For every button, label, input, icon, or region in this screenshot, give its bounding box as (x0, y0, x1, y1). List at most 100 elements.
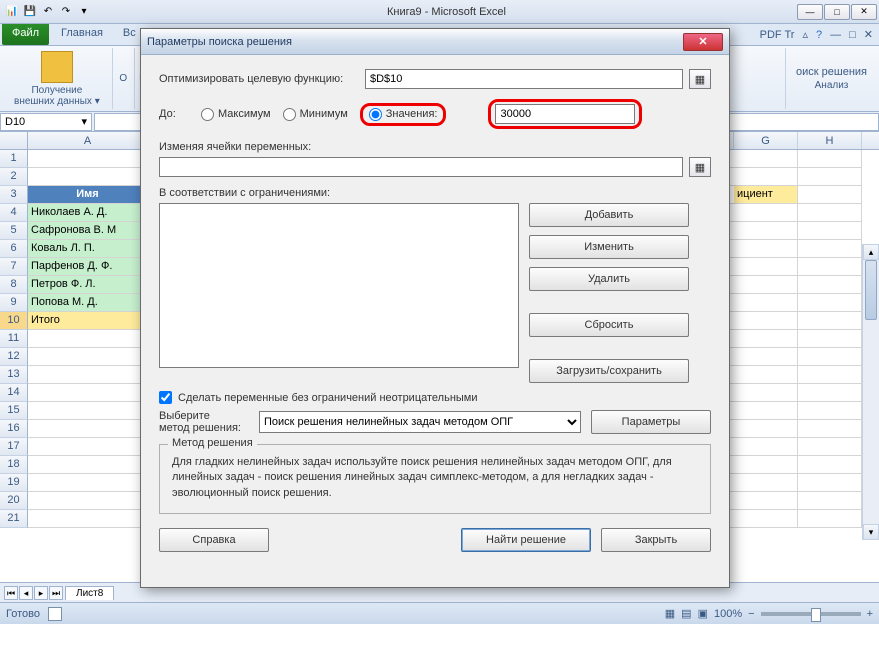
row-header[interactable]: 1 (0, 150, 28, 168)
row-header[interactable]: 18 (0, 456, 28, 474)
col-header-H[interactable]: H (798, 132, 862, 149)
row-header[interactable]: 10 (0, 312, 28, 330)
cell[interactable] (798, 186, 862, 204)
cell[interactable] (734, 492, 798, 510)
cell[interactable] (798, 456, 862, 474)
cell[interactable] (798, 474, 862, 492)
cell[interactable] (28, 474, 148, 492)
cell[interactable] (28, 492, 148, 510)
cell[interactable] (734, 294, 798, 312)
cell[interactable] (798, 204, 862, 222)
sheet-nav-first-icon[interactable]: ⏮ (4, 586, 18, 600)
change-constraint-button[interactable]: Изменить (529, 235, 689, 259)
scroll-down-icon[interactable]: ▾ (863, 524, 879, 540)
row-header[interactable]: 4 (0, 204, 28, 222)
cell[interactable] (734, 348, 798, 366)
cell[interactable] (734, 312, 798, 330)
cell[interactable] (28, 384, 148, 402)
cell[interactable] (734, 456, 798, 474)
changing-ref-button[interactable]: ▦ (689, 157, 711, 177)
cell[interactable] (28, 456, 148, 474)
help-button[interactable]: Справка (159, 528, 269, 552)
view-layout-icon[interactable]: ▤ (681, 607, 691, 620)
row-header[interactable]: 8 (0, 276, 28, 294)
cell[interactable] (734, 258, 798, 276)
sheet-nav-next-icon[interactable]: ▸ (34, 586, 48, 600)
cell[interactable] (798, 240, 862, 258)
name-box[interactable]: D10 ▾ (0, 113, 92, 131)
row-header[interactable]: 17 (0, 438, 28, 456)
macro-record-icon[interactable] (48, 607, 62, 621)
cell[interactable] (798, 366, 862, 384)
scroll-up-icon[interactable]: ▴ (863, 244, 879, 260)
row-header[interactable]: 14 (0, 384, 28, 402)
view-pagebreak-icon[interactable]: ▣ (698, 607, 708, 620)
cell[interactable]: Имя (28, 186, 148, 204)
cell[interactable] (28, 510, 148, 528)
tab-file[interactable]: Файл (2, 24, 49, 45)
cell[interactable] (734, 168, 798, 186)
ribbon-win-max-icon[interactable]: □ (849, 29, 856, 41)
view-normal-icon[interactable]: ▦ (665, 607, 675, 620)
cell[interactable] (798, 222, 862, 240)
redo-icon[interactable]: ↷ (58, 4, 74, 20)
select-all-corner[interactable] (0, 132, 28, 149)
minimize-button[interactable]: — (797, 4, 823, 20)
zoom-level[interactable]: 100% (714, 608, 742, 620)
sheet-nav-last-icon[interactable]: ⏭ (49, 586, 63, 600)
namebox-dropdown-icon[interactable]: ▾ (81, 115, 87, 128)
sheet-nav-prev-icon[interactable]: ◂ (19, 586, 33, 600)
ribbon-right-text[interactable]: PDF Tr (760, 29, 795, 41)
constraints-list[interactable] (159, 203, 519, 368)
changing-input[interactable] (159, 157, 683, 177)
cell[interactable] (798, 150, 862, 168)
ribbon-win-min-icon[interactable]: — (830, 29, 841, 41)
cell[interactable] (734, 150, 798, 168)
cell[interactable] (734, 474, 798, 492)
cell[interactable] (798, 510, 862, 528)
solver-link[interactable]: оиск решения (796, 66, 867, 78)
cell[interactable] (798, 348, 862, 366)
dialog-close-button[interactable]: ✕ (683, 33, 723, 51)
row-header[interactable]: 13 (0, 366, 28, 384)
cell[interactable] (734, 330, 798, 348)
radio-min[interactable]: Минимум (283, 108, 348, 121)
cell[interactable] (798, 258, 862, 276)
tab-home[interactable]: Главная (51, 24, 113, 45)
row-header[interactable]: 20 (0, 492, 28, 510)
cell[interactable] (734, 240, 798, 258)
row-header[interactable]: 5 (0, 222, 28, 240)
col-header-G[interactable]: G (734, 132, 798, 149)
cell[interactable]: Коваль Л. П. (28, 240, 148, 258)
cell[interactable]: Итого (28, 312, 148, 330)
zoom-in-icon[interactable]: + (867, 608, 873, 620)
objective-input[interactable] (365, 69, 683, 89)
col-header-A[interactable]: A (28, 132, 148, 149)
maximize-button[interactable]: □ (824, 4, 850, 20)
cell[interactable] (28, 168, 148, 186)
qat-dropdown-icon[interactable]: ▾ (76, 4, 92, 20)
radio-valueof[interactable]: Значения: (369, 108, 438, 121)
sheet-tab[interactable]: Лист8 (65, 586, 114, 600)
delete-constraint-button[interactable]: Удалить (529, 267, 689, 291)
cell[interactable] (28, 366, 148, 384)
row-header[interactable]: 16 (0, 420, 28, 438)
get-external-data-button[interactable]: Получение внешних данных ▾ (10, 49, 104, 109)
radio-max[interactable]: Максимум (201, 108, 271, 121)
cell[interactable]: ициент (734, 186, 798, 204)
cell[interactable] (798, 384, 862, 402)
close-button[interactable]: Закрыть (601, 528, 711, 552)
cell[interactable] (798, 492, 862, 510)
method-select[interactable]: Поиск решения нелинейных задач методом О… (259, 411, 581, 433)
cell[interactable] (28, 402, 148, 420)
row-header[interactable]: 12 (0, 348, 28, 366)
cell[interactable] (734, 420, 798, 438)
close-window-button[interactable]: ✕ (851, 4, 877, 20)
save-icon[interactable]: 💾 (22, 4, 38, 20)
cell[interactable] (798, 168, 862, 186)
valueof-input[interactable] (495, 104, 635, 124)
cell[interactable] (28, 420, 148, 438)
row-header[interactable]: 3 (0, 186, 28, 204)
row-header[interactable]: 15 (0, 402, 28, 420)
row-header[interactable]: 9 (0, 294, 28, 312)
